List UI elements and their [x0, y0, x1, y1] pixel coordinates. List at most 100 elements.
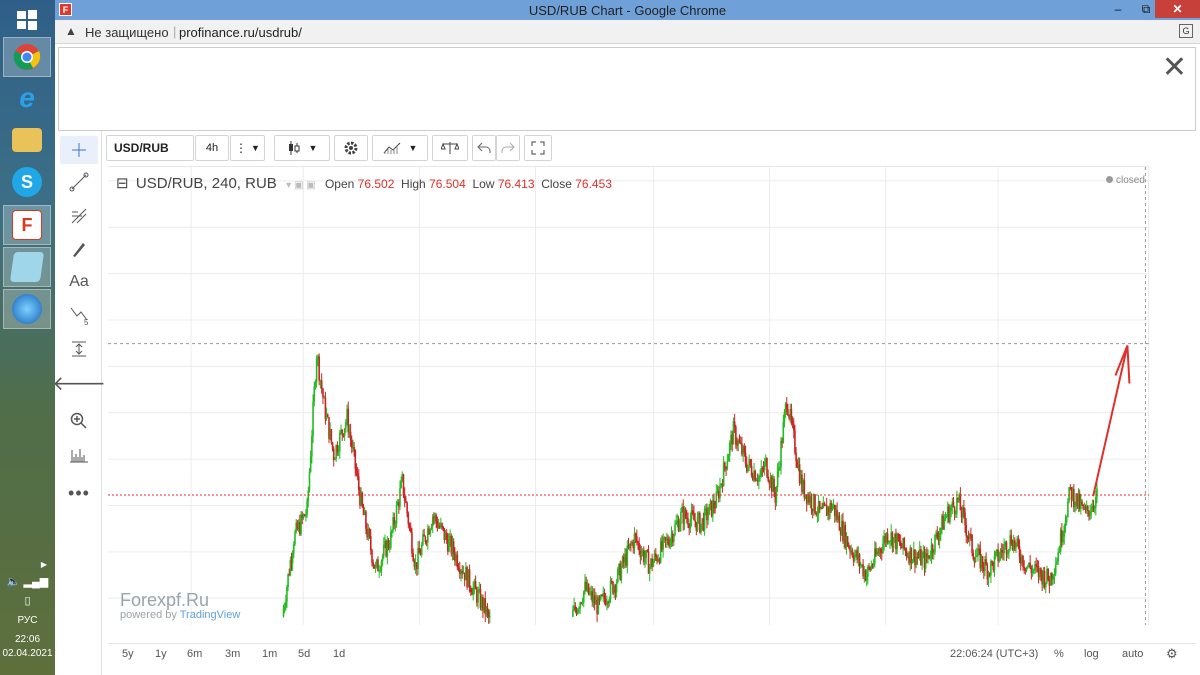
log-toggle[interactable]: log: [1084, 648, 1099, 660]
taskbar-network[interactable]: [3, 289, 51, 329]
undo-button[interactable]: [472, 135, 496, 161]
interval-button[interactable]: 4h: [195, 135, 229, 161]
range-5y[interactable]: 5y: [122, 648, 134, 660]
taskbar-chrome[interactable]: [3, 37, 51, 77]
candle-body: [644, 557, 646, 562]
text-icon[interactable]: Aa: [60, 268, 98, 296]
candle-body: [991, 561, 993, 563]
candle-body: [985, 559, 987, 565]
auto-toggle[interactable]: auto: [1122, 648, 1143, 660]
candle-body: [1074, 504, 1076, 508]
close-window-button[interactable]: ✕: [1155, 0, 1200, 18]
candle-body: [486, 607, 489, 612]
candle-body: [620, 566, 623, 580]
taskbar-skype[interactable]: S: [3, 162, 51, 202]
not-secure-label[interactable]: Не защищено: [85, 25, 169, 40]
candle-body: [315, 358, 318, 383]
symbol-search-button[interactable]: USD/RUB: [106, 135, 194, 161]
range-6m[interactable]: 6m: [187, 648, 202, 660]
ad-close-icon[interactable]: ✕: [1162, 53, 1187, 83]
range-1d[interactable]: 1d: [333, 648, 345, 660]
ruler-icon[interactable]: [60, 441, 98, 469]
volume-network-icons[interactable]: 🔈 ▂▄▆: [0, 575, 55, 588]
tradingview-link[interactable]: TradingView: [180, 609, 241, 621]
measure-icon[interactable]: [60, 335, 98, 363]
range-1y[interactable]: 1y: [155, 648, 167, 660]
chart-type-button[interactable]: ▼: [274, 135, 330, 161]
back-arrow-icon[interactable]: 🡐: [52, 369, 106, 397]
candle-body: [469, 587, 472, 593]
pattern-icon[interactable]: 5: [60, 301, 98, 329]
candle-body: [411, 532, 413, 554]
compare-button[interactable]: [432, 135, 468, 161]
legend-settings-icon[interactable]: ▾ ▣ ▣: [286, 180, 315, 191]
taskbar-notepad[interactable]: [3, 247, 51, 287]
watermark-brand: Forexpf.Ru: [120, 590, 210, 610]
candle-body: [972, 552, 975, 559]
percent-toggle[interactable]: %: [1054, 648, 1064, 660]
crosshair-icon[interactable]: [60, 136, 98, 164]
candle-body: [667, 538, 669, 544]
candle-body: [675, 522, 677, 525]
candle-body: [911, 559, 914, 564]
candle-body: [1052, 575, 1054, 580]
redo-button[interactable]: [496, 135, 520, 161]
url-text[interactable]: profinance.ru/usdrub/: [179, 25, 302, 40]
range-3m[interactable]: 3m: [225, 648, 240, 660]
fib-icon[interactable]: [60, 202, 98, 230]
candle-body: [662, 537, 664, 550]
title-bar[interactable]: F USD/RUB Chart - Google Chrome – ⧉ ✕: [55, 0, 1200, 20]
chart-settings-icon[interactable]: ⚙: [1166, 646, 1178, 662]
brush-icon[interactable]: [60, 235, 98, 263]
settings-button[interactable]: [334, 135, 368, 161]
candle-body: [1090, 511, 1093, 513]
translate-icon[interactable]: G: [1179, 24, 1193, 38]
taskbar-forexpf[interactable]: F: [3, 205, 51, 245]
interval-menu-button[interactable]: ⋮ ▼: [230, 135, 265, 161]
svg-text:5: 5: [84, 318, 89, 326]
chart-bottom-bar: 5y 1y 6m 3m 1m 5d 1d 22:06:24 (UTC+3) % …: [108, 643, 1196, 665]
windows-start-button[interactable]: [3, 0, 51, 40]
candle-body: [1073, 488, 1075, 508]
tray-language[interactable]: РУС: [0, 615, 55, 626]
range-5d[interactable]: 5d: [298, 648, 310, 660]
tray-time[interactable]: 22:06: [0, 634, 55, 645]
candle-body: [395, 505, 398, 524]
candle-body: [814, 494, 816, 513]
candle-body: [1000, 550, 1003, 552]
address-bar[interactable]: ▲ Не защищено | profinance.ru/usdrub/ G: [55, 20, 1200, 44]
notepad-icon: [9, 252, 45, 282]
taskbar-explorer[interactable]: [3, 120, 51, 160]
candle-body: [457, 567, 460, 570]
candle-body: [977, 548, 979, 556]
range-1m[interactable]: 1m: [262, 648, 277, 660]
candle-body: [810, 496, 813, 509]
candle-body: [609, 580, 612, 599]
minimize-button[interactable]: –: [1107, 0, 1129, 18]
battery-icon[interactable]: ▯: [0, 594, 55, 607]
candle-body: [357, 476, 360, 490]
candle-body: [931, 544, 934, 553]
candle-body: [330, 429, 333, 443]
zoom-icon[interactable]: [60, 407, 98, 435]
chevron-down-icon: ▼: [408, 143, 418, 153]
candle-body: [423, 534, 425, 537]
fullscreen-button[interactable]: [524, 135, 552, 161]
candle-body: [867, 566, 869, 577]
candle-body: [743, 446, 746, 453]
candle-body: [795, 452, 797, 462]
chart-legend: ⊟ USD/RUB, 240, RUB ▾ ▣ ▣ Open 76.502 Hi…: [116, 174, 612, 192]
trendline-icon[interactable]: [60, 168, 98, 196]
more-icon[interactable]: •••: [60, 479, 98, 507]
zoom-glyph: [70, 412, 87, 429]
candle-body: [735, 426, 737, 445]
tray-date[interactable]: 02.04.2021: [0, 648, 55, 659]
taskbar-ie[interactable]: e: [3, 78, 51, 118]
warning-icon[interactable]: ▲: [65, 24, 77, 38]
close-value: 76.453: [575, 177, 612, 191]
collapse-icon[interactable]: ⊟: [116, 175, 129, 192]
tray-expand-icon[interactable]: ▶: [0, 560, 55, 569]
maximize-button[interactable]: ⧉: [1135, 0, 1157, 18]
indicators-button[interactable]: ▼: [372, 135, 428, 161]
price-chart[interactable]: 72.00074.00076.00078.00080.00082.00084.0…: [108, 166, 1149, 625]
